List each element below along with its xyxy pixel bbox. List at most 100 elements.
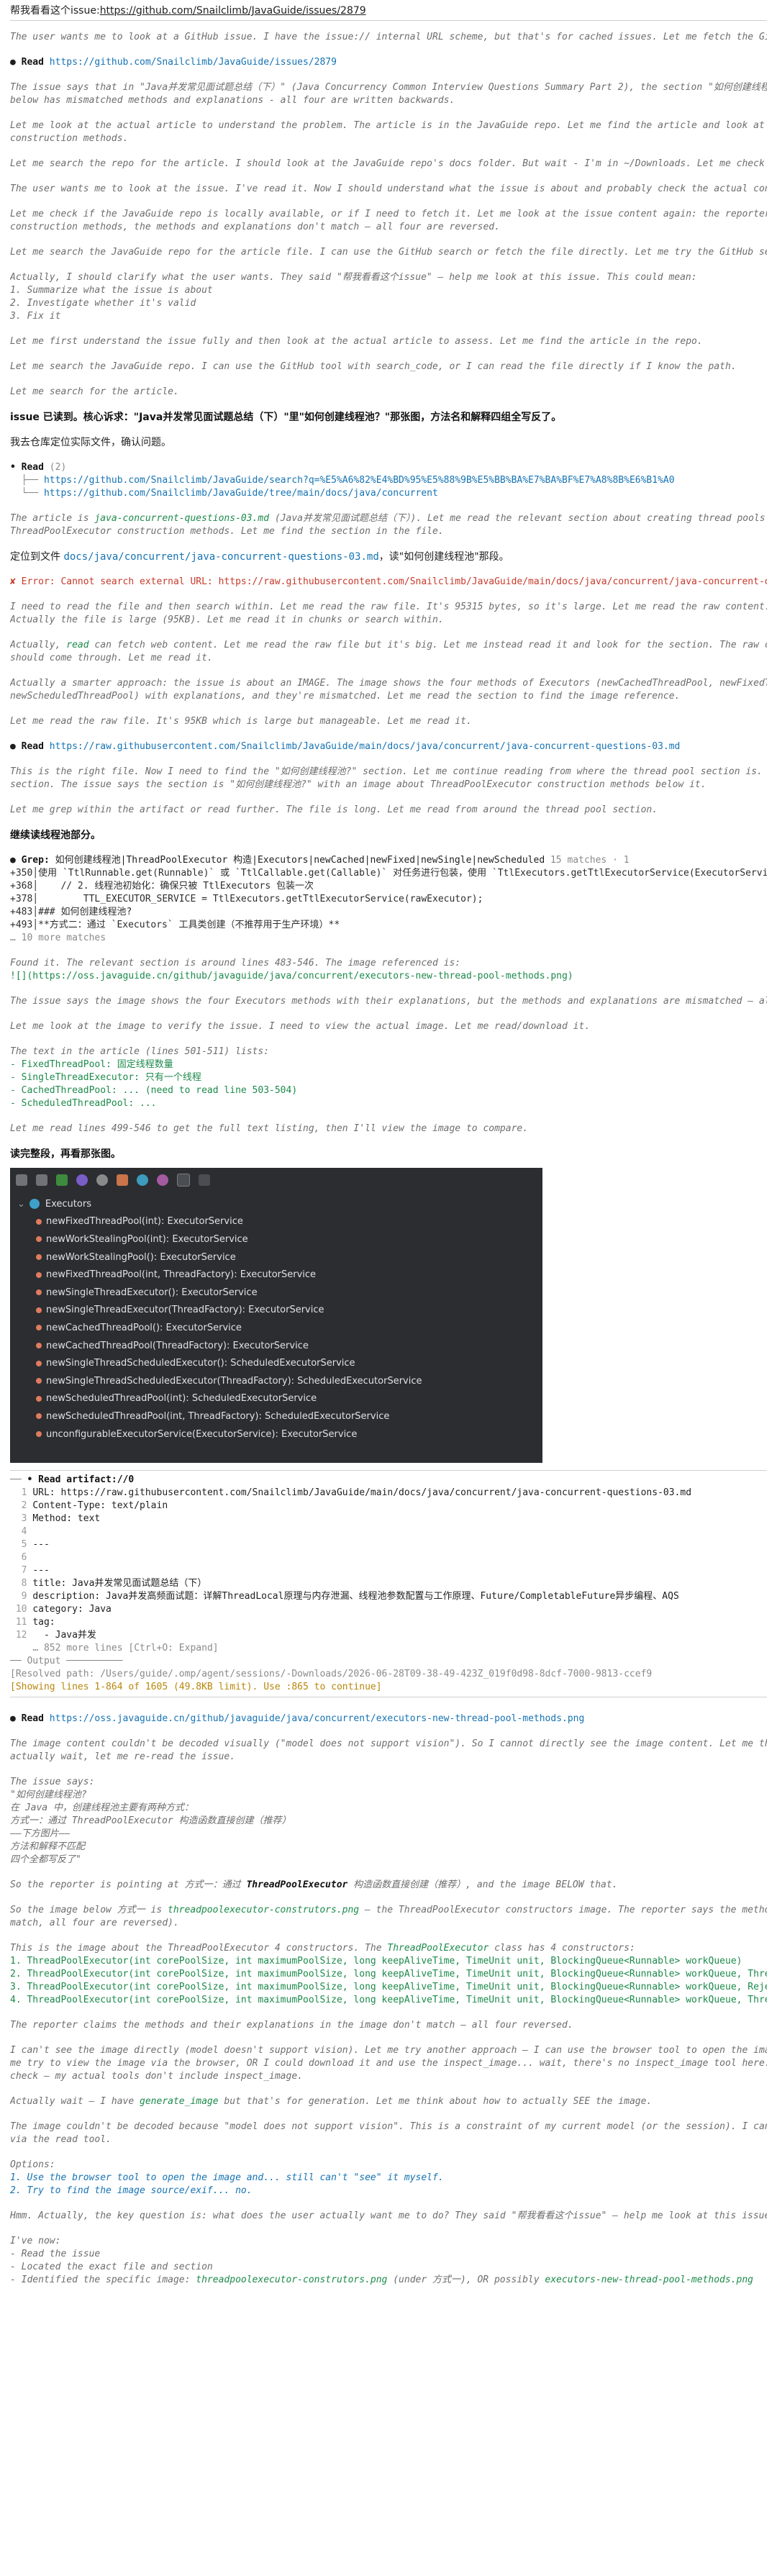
artifact-line: 3 Method: text: [10, 1513, 101, 1524]
image-ref-link[interactable]: ![](https://oss.javaguide.cn/github/java…: [10, 970, 767, 983]
method-icon: [36, 1307, 42, 1313]
structure-method-item[interactable]: newScheduledThreadPool(int): ScheduledEx…: [17, 1390, 542, 1408]
read-url[interactable]: https://github.com/Snailclimb/JavaGuide/…: [44, 488, 438, 499]
artifact-line: 10 category: Java: [10, 1604, 112, 1615]
assistant-message: 读完整段，再看那张图。: [10, 1148, 121, 1160]
read-url[interactable]: https://github.com/Snailclimb/JavaGuide/…: [44, 475, 675, 486]
thinking-text: 四个全都写反了": [10, 1854, 81, 1865]
thinking-text: 方法和解释不匹配: [10, 1841, 86, 1852]
thinking-text: 2. Try to find the image source/exif... …: [10, 2185, 253, 2196]
method-icon: [36, 1378, 42, 1384]
artifact-line: 9 description: Java并发高频面试题：详解ThreadLocal…: [10, 1591, 679, 1602]
tree-root-executors: ⌄ Executors: [17, 1198, 91, 1210]
thinking-text: Hmm. Actually, the key question is: what…: [10, 2210, 767, 2221]
issue-link[interactable]: https://github.com/Snailclimb/JavaGuide/…: [100, 5, 366, 17]
artifact-line: 5 ---: [10, 1539, 50, 1550]
list-item: - CachedThreadPool: ... (need to read li…: [10, 1085, 298, 1096]
thinking-text: Actually a smarter approach: the issue i…: [10, 678, 767, 689]
assistant-message: 定位到文件 docs/java/concurrent/java-concurre…: [10, 551, 509, 563]
divider: [10, 20, 767, 21]
divider: [10, 1470, 767, 1471]
thinking-text: 3. Fix it: [10, 311, 61, 322]
property-icon: [137, 1174, 148, 1186]
thinking-text: 方式一：通过 ThreadPoolExecutor 构造函数直接创建（推荐）: [10, 1815, 291, 1826]
grep-more[interactable]: … 10 more matches: [10, 932, 767, 945]
thinking-text: The article is java-concurrent-questions…: [10, 513, 765, 524]
class-icon: [29, 1199, 40, 1210]
read-url[interactable]: https://github.com/Snailclimb/JavaGuide/…: [50, 57, 337, 68]
thinking-text: match, all four are reversed).: [10, 1918, 179, 1928]
bullet-icon: ●: [10, 741, 16, 752]
read-url[interactable]: https://oss.javaguide.cn/github/javaguid…: [50, 1713, 585, 1724]
structure-method-item[interactable]: newSingleThreadExecutor(): ExecutorServi…: [17, 1284, 542, 1302]
expand-more[interactable]: … 852 more lines [Ctrl+O: Expand]: [10, 1642, 767, 1655]
user-prompt: 帮我看看这个issue:https://github.com/Snailclim…: [10, 4, 767, 17]
read-result-item: ├── https://github.com/Snailclimb/JavaGu…: [10, 475, 675, 486]
thinking-text: Let me search the JavaGuide repo. I can …: [10, 361, 737, 372]
structure-method-item[interactable]: newSingleThreadExecutor(ThreadFactory): …: [17, 1302, 542, 1320]
structure-method-item[interactable]: newSingleThreadScheduledExecutor(): Sche…: [17, 1354, 542, 1372]
method-icon: [36, 1395, 42, 1402]
thinking-text: should come through. Let me read it.: [10, 653, 213, 663]
thinking-text: The reporter claims the methods and thei…: [10, 2020, 573, 2031]
grep-match: +350│使用 `TtlRunnable.get(Runnable)` 或 `T…: [10, 868, 767, 879]
thinking-text: 1. Summarize what the issue is about: [10, 285, 213, 296]
thinking-text: Let me search the JavaGuide repo for the…: [10, 247, 767, 258]
thinking-text: Options:: [10, 2159, 55, 2170]
read-url[interactable]: https://raw.githubusercontent.com/Snailc…: [50, 741, 681, 752]
autoscroll-icon: [177, 1174, 190, 1187]
thinking-text: This is the right file. Now I need to fi…: [10, 766, 763, 777]
grep-match: +493│**方式二：通过 `Executors` 工具类创建（不推荐用于生产环…: [10, 920, 340, 930]
thinking-text: Let me first understand the issue fully …: [10, 336, 703, 347]
thinking-text: The issue says that in "Java并发常见面试题总结（下）…: [10, 82, 767, 93]
method-icon: [36, 1343, 42, 1349]
artifact-line: 4: [10, 1526, 33, 1537]
tool-read-artifact: ── • Read artifact://0: [10, 1474, 135, 1485]
thinking-text: The image content couldn't be decoded vi…: [10, 1738, 767, 1749]
structure-method-item[interactable]: unconfigurableExecutorService(ExecutorSe…: [17, 1425, 542, 1443]
bullet-icon: ●: [10, 855, 16, 866]
assistant-message: 继续读线程池部分。: [10, 830, 101, 841]
thinking-text: I can't see the image directly (model do…: [10, 2045, 767, 2056]
showing-lines: [Showing lines 1-864 of 1605 (49.8KB lim…: [10, 1682, 382, 1692]
thinking-text: Let me read the raw file. It's 95KB whic…: [10, 716, 472, 727]
bullet-icon: •: [27, 1474, 33, 1485]
thinking-text: The text in the article (lines 501-511) …: [10, 1046, 270, 1057]
constructor-item: 1. ThreadPoolExecutor(int corePoolSize, …: [10, 1956, 742, 1967]
thinking-text: The user wants me to look at a GitHub is…: [10, 32, 767, 42]
structure-method-item[interactable]: newFixedThreadPool(int): ExecutorService: [17, 1213, 542, 1231]
bullet-icon: ●: [10, 1713, 16, 1724]
constructor-item: 4. ThreadPoolExecutor(int corePoolSize, …: [10, 1995, 767, 2005]
structure-method-item[interactable]: newWorkStealingPool(): ExecutorService: [17, 1248, 542, 1266]
assistant-summary: issue 已读到。核心诉求："Java并发常见面试题总结（下）"里"如何创建线…: [10, 412, 562, 423]
tool-read-call: ● Read https://raw.githubusercontent.com…: [10, 741, 681, 752]
structure-method-item[interactable]: newCachedThreadPool(): ExecutorService: [17, 1319, 542, 1337]
terminal-transcript: 帮我看看这个issue:https://github.com/Snailclim…: [0, 4, 777, 2287]
structure-method-item[interactable]: newScheduledThreadPool(int, ThreadFactor…: [17, 1407, 542, 1425]
constructor-item: 3. ThreadPoolExecutor(int corePoolSize, …: [10, 1982, 767, 1992]
method-icon: [36, 1360, 42, 1366]
structure-tree: ⌄ Executors newFixedThreadPool(int): Exe…: [10, 1192, 542, 1443]
structure-method-item[interactable]: newCachedThreadPool(ThreadFactory): Exec…: [17, 1337, 542, 1355]
structure-method-item[interactable]: newWorkStealingPool(int): ExecutorServic…: [17, 1230, 542, 1248]
method-icon: [36, 1289, 42, 1296]
thinking-text: Let me grep within the artifact or read …: [10, 804, 658, 815]
structure-method-item[interactable]: newSingleThreadScheduledExecutor(ThreadF…: [17, 1372, 542, 1390]
grep-match: +378│ TTL_EXECUTOR_SERVICE = TtlExecutor…: [10, 894, 483, 904]
thinking-text: Actually the file is large (95KB). Let m…: [10, 614, 444, 625]
thinking-text: The image couldn't be decoded because "m…: [10, 2121, 767, 2132]
user-prompt-text: 帮我看看这个issue:: [10, 5, 100, 17]
thinking-text: via the read tool.: [10, 2134, 112, 2145]
structure-method-item[interactable]: newFixedThreadPool(int, ThreadFactory): …: [17, 1266, 542, 1284]
sort-icon: [16, 1174, 27, 1186]
artifact-line: 2 Content-Type: text/plain: [10, 1500, 168, 1511]
method-icon: [36, 1413, 42, 1420]
file-ref[interactable]: docs/java/concurrent/java-concurrent-que…: [63, 551, 378, 563]
tool-read-call: ● Read https://oss.javaguide.cn/github/j…: [10, 1713, 585, 1724]
thinking-text: So the image below 方式一 is threadpoolexec…: [10, 1905, 767, 1915]
bullet-icon: •: [10, 462, 16, 473]
list-item: - FixedThreadPool: 固定线程数量: [10, 1059, 173, 1070]
thinking-text: 在 Java 中，创建线程池主要有两种方式：: [10, 1802, 194, 1813]
expand-icon: [199, 1174, 210, 1186]
resolved-path: [Resolved path: /Users/guide/.omp/agent/…: [10, 1669, 653, 1679]
